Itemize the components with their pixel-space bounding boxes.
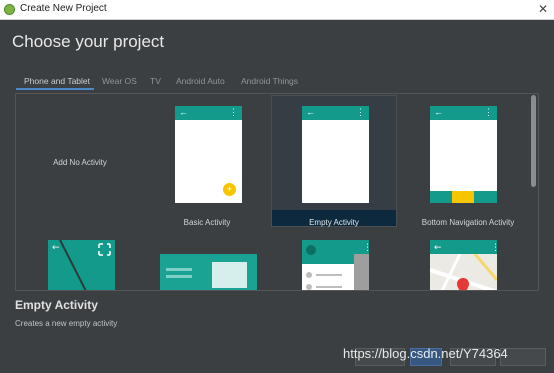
back-arrow-icon: ← [434,107,443,117]
template-label: Bottom Navigation Activity [421,218,515,227]
phone-preview: ← ⋮ + [175,106,242,203]
tab-wear-os[interactable]: Wear OS [102,76,137,86]
template-label: Add No Activity [53,158,107,167]
tab-android-things[interactable]: Android Things [241,76,298,86]
window-title: Create New Project [20,3,107,14]
template-card-basic-activity[interactable]: ← ⋮ + Basic Activity [144,95,270,227]
tab-phone-and-tablet[interactable]: Phone and Tablet [24,76,90,86]
svg-text:⋮: ⋮ [491,243,497,253]
overflow-menu-icon: ⋮ [484,107,493,117]
tablet-preview [160,254,257,290]
back-arrow-icon: ← [306,107,315,117]
watermark-text: https://blog.csdn.net/Y74364 [343,346,508,361]
phone-preview: ← ⋮ [302,106,369,203]
fullscreen-preview: ← [48,240,115,290]
drawer-preview: ⋮ [302,240,369,290]
selected-template-title: Empty Activity [15,298,98,312]
template-label: Basic Activity [183,218,231,227]
overflow-menu-icon: ⋮ [229,107,238,117]
bottom-navigation-bar [430,191,497,203]
fab-plus-icon: + [223,183,236,196]
template-card-bottom-navigation[interactable]: ← ⋮ Bottom Navigation Activity [398,95,538,227]
app-bar: ← ⋮ [302,106,369,120]
android-studio-icon [4,4,15,15]
close-icon[interactable]: ✕ [538,2,548,16]
window-titlebar: Create New Project ✕ [0,0,554,20]
svg-text:←: ← [52,243,60,253]
tab-android-auto[interactable]: Android Auto [176,76,225,86]
dialog-header: Choose your project [0,20,554,62]
app-bar: ← ⋮ [175,106,242,120]
template-card-no-activity[interactable]: Add No Activity [17,95,143,227]
app-bar: ← ⋮ [430,106,497,120]
template-card-fragment[interactable] [144,229,270,290]
bottom-nav-active-item [452,191,474,203]
tab-tv[interactable]: TV [150,76,161,86]
overflow-menu-icon: ⋮ [356,107,365,117]
map-pin-icon [457,278,469,290]
template-card-fullscreen[interactable]: ← [17,229,143,290]
selected-template-description: Creates a new empty activity [15,319,118,328]
back-arrow-icon: ← [179,107,188,117]
template-gallery: Add No Activity ← ⋮ + Basic Activity ← ⋮… [15,93,539,291]
template-card-maps[interactable]: ← ⋮ [398,229,538,290]
gallery-scrollbar-thumb[interactable] [531,95,536,187]
template-label: Empty Activity [309,218,359,227]
active-tab-indicator [16,88,94,90]
svg-text:⋮: ⋮ [363,243,369,253]
template-card-navigation-drawer[interactable]: ⋮ [271,229,397,290]
map-preview: ← ⋮ [430,240,497,290]
phone-preview: ← ⋮ [430,106,497,203]
svg-text:←: ← [434,243,442,253]
page-title: Choose your project [12,32,165,51]
template-card-empty-activity[interactable]: ← ⋮ Empty Activity [271,95,397,227]
